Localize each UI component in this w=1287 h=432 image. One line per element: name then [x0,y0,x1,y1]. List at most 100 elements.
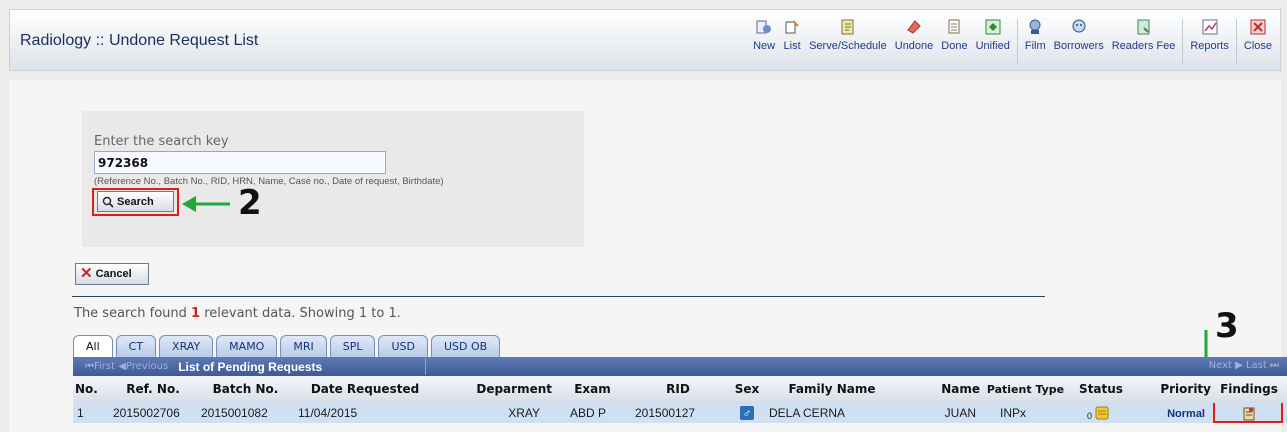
column-header-sex[interactable]: Sex [729,376,765,403]
tab-spl[interactable]: SPL [329,335,376,357]
column-header-department[interactable]: Deparment [436,376,558,403]
cell-patient-type: INPx [1000,406,1027,420]
search-input[interactable] [94,151,386,174]
cell-name: JUAN [944,406,976,420]
page-title: Radiology :: Undone Request List [20,32,259,49]
toolbar-divider [1235,19,1237,65]
new-label: New [753,40,776,52]
search-button[interactable]: Search [97,191,174,212]
requests-table: No. Ref. No. Batch No. Date Requested De… [73,376,1287,423]
borrowers-label: Borrowers [1053,40,1104,52]
serve-schedule-button[interactable]: Serve/Schedule [805,16,891,68]
readers-fee-icon [1137,19,1150,35]
cell-no: 1 [77,406,84,420]
column-header-date-requested[interactable]: Date Requested [294,376,436,403]
column-header-exam[interactable]: Exam [558,376,627,403]
grid-caption: List of Pending Requests [178,359,323,374]
result-count: 1 [191,306,201,321]
tab-mamo[interactable]: MAMO [216,335,278,357]
close-icon [1250,19,1266,35]
column-header-family-name[interactable]: Family Name [765,376,899,403]
cancel-icon: ✕ [80,265,93,282]
step-2-marker: 2 [238,183,262,223]
column-header-priority[interactable]: Priority [1137,376,1211,403]
search-hint: (Reference No., Batch No., RID, HRN, Nam… [94,176,444,187]
done-label: Done [941,40,968,52]
undone-label: Undone [894,40,934,52]
modality-tabs: All CT XRAY MAMO MRI SPL USD USD OB [73,335,503,357]
new-request-icon [756,20,772,34]
male-icon: ♂ [740,406,754,420]
findings-highlight [1213,403,1283,423]
search-button-label: Search [117,195,154,208]
priority-value: Normal [1167,408,1205,420]
column-header-findings[interactable]: Findings [1211,376,1287,403]
borrowers-button[interactable]: Borrowers [1050,16,1108,68]
pager-next-last[interactable]: Next ▶ Last ⏭ [1209,360,1279,371]
section-divider [72,296,1045,297]
tab-all[interactable]: All [73,335,113,357]
unified-button[interactable]: Unified [972,16,1014,68]
cell-sex: ♂ [729,403,765,423]
serve-schedule-label: Serve/Schedule [809,40,887,52]
column-header-patient-type[interactable]: Patient Type [986,376,1065,403]
column-header-batch-no[interactable]: Batch No. [197,376,294,403]
table-header-row: No. Ref. No. Batch No. Date Requested De… [73,376,1287,403]
film-label: Film [1024,40,1046,52]
column-header-rid[interactable]: RID [627,376,729,403]
tab-usd-ob[interactable]: USD OB [431,335,501,357]
status-folder-icon[interactable] [1095,405,1109,420]
undone-icon [907,20,921,34]
column-header-status[interactable]: Status [1065,376,1137,403]
search-label: Enter the search key [94,134,229,149]
search-result-message: The search found 1 relevant data. Showin… [74,306,401,321]
cancel-button[interactable]: ✕ Cancel [75,263,149,285]
close-label: Close [1243,40,1272,52]
new-button[interactable]: New [749,16,779,68]
undone-button[interactable]: Undone [891,16,938,68]
column-header-name[interactable]: Name [899,376,986,403]
cell-batch-no: 2015001082 [201,406,268,420]
tab-usd[interactable]: USD [378,335,428,357]
cell-status: 0 [1065,403,1137,423]
film-icon [1029,19,1041,34]
done-icon [948,19,960,34]
tab-mri[interactable]: MRI [280,335,327,357]
status-count: 0 [1087,411,1093,421]
arrow-left-icon [182,196,230,212]
column-header-ref-no[interactable]: Ref. No. [109,376,197,403]
pending-requests-grid: ⏮First ◀Previous List of Pending Request… [73,357,1287,432]
cell-exam: ABD P [570,406,607,420]
toolbar-divider [1182,19,1184,65]
cell-rid: 201500127 [635,406,696,420]
done-button[interactable]: Done [937,16,971,68]
readers-fee-button[interactable]: Readers Fee [1108,16,1180,68]
table-row[interactable]: 1 2015002706 2015001082 11/04/2015 XRAY … [73,403,1287,423]
cell-findings [1211,403,1287,423]
column-header-no[interactable]: No. [73,376,109,403]
close-button[interactable]: Close [1240,16,1276,68]
toolbar-divider [1016,19,1018,65]
cell-family-name: DELA CERNA [769,406,846,420]
result-prefix: The search found [74,306,192,321]
pager-first-previous[interactable]: ⏮First ◀Previous [85,361,168,372]
cell-date-requested: 11/04/2015 [298,406,358,420]
cell-priority: Normal [1137,403,1211,423]
cell-ref-no: 2015002706 [113,406,180,420]
list-button[interactable]: List [779,16,805,68]
cancel-button-label: Cancel [95,268,132,280]
film-button[interactable]: Film [1021,16,1050,68]
tab-xray[interactable]: XRAY [159,335,214,357]
readers-fee-label: Readers Fee [1111,40,1176,52]
header-bar: Radiology :: Undone Request List New Lis… [9,9,1281,71]
search-icon [102,196,114,208]
reports-button[interactable]: Reports [1186,16,1233,68]
grid-pager: ⏮First ◀Previous List of Pending Request… [73,357,1287,376]
reports-label: Reports [1190,40,1229,52]
tab-ct[interactable]: CT [115,335,157,357]
toolbar: New List Serve/Schedule Undone Done Unif… [749,16,1276,68]
pager-divider [425,358,426,375]
serve-schedule-icon [841,19,854,35]
unified-label: Unified [975,40,1010,52]
unified-icon [985,19,1001,35]
